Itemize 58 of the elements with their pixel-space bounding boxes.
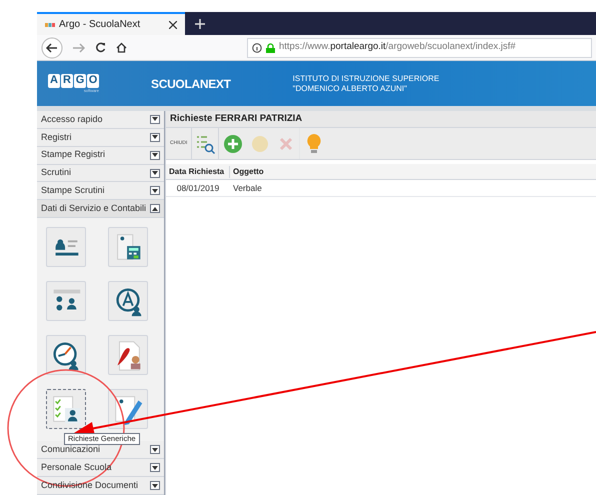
browser-tab[interactable]: Argo - ScuolaNext (37, 12, 185, 35)
institute-name: ISTITUTO DI ISTRUZIONE SUPERIORE (292, 74, 440, 84)
section-label: Comunicazioni (41, 443, 100, 456)
section-label: Accesso rapido (41, 112, 103, 126)
back-icon[interactable] (41, 36, 63, 58)
home-icon[interactable] (116, 42, 127, 53)
info-icon[interactable] (252, 42, 262, 52)
expand-icon[interactable] (150, 186, 160, 196)
expand-icon[interactable] (150, 168, 160, 178)
gauge-icon[interactable] (46, 335, 86, 376)
product-name: SCUOLANEXT (151, 76, 231, 92)
add-icon (222, 134, 243, 154)
column-header[interactable]: Oggetto (230, 166, 267, 178)
expand-icon[interactable] (150, 445, 160, 454)
section-label: Stampe Registri (41, 148, 106, 162)
tab-title: Argo - ScuolaNext (59, 18, 142, 32)
logo-letter: O (87, 74, 99, 88)
expand-icon[interactable] (150, 481, 160, 490)
institute-name: "DOMENICO ALBERTO AZUNI" (292, 84, 408, 94)
sidebar-section[interactable]: Stampe Scrutini (37, 182, 164, 200)
expand-icon[interactable] (150, 114, 160, 124)
favicon-icon (45, 22, 55, 26)
table-cell-text: Verbale (232, 182, 263, 194)
edit-icon (250, 134, 270, 154)
close-icon[interactable] (169, 20, 177, 28)
checklist-icon[interactable] (46, 389, 86, 430)
sidebar-section[interactable]: Dati di Servizio e Contabili (37, 200, 164, 218)
calculator-icon[interactable] (108, 227, 148, 268)
address-bar[interactable]: https://www.portaleargo.it/argoweb/scuolanext/index.jsf# (247, 38, 592, 58)
card-icon[interactable] (46, 227, 86, 268)
section-label: Registri (41, 130, 72, 144)
collapse-icon[interactable] (150, 204, 160, 214)
logo-letter: A (48, 74, 60, 88)
new-tab-icon[interactable] (195, 18, 205, 28)
expand-icon[interactable] (150, 150, 160, 160)
section-label: Stampe Scrutini (41, 184, 105, 198)
sidebar-section[interactable]: Stampe Registri (37, 146, 164, 165)
org-icon[interactable] (46, 281, 86, 322)
panel-title: Richieste FERRARI PATRIZIA (170, 112, 302, 126)
logo-letter: G (74, 74, 86, 88)
delete-icon (278, 136, 294, 152)
reload-icon[interactable] (95, 42, 106, 53)
url-text: https://www.portaleargo.it/argoweb/scuolanext/index.jsf# (279, 40, 516, 54)
pdf-icon[interactable] (108, 335, 148, 376)
expand-icon[interactable] (150, 463, 160, 472)
expand-icon[interactable] (150, 132, 160, 142)
sidebar-section[interactable]: Registri (37, 128, 164, 147)
sidebar-section[interactable]: Accesso rapido (37, 111, 164, 129)
edit-icon[interactable] (108, 389, 148, 430)
section-label: Scrutini (41, 166, 72, 180)
column-header[interactable]: Data Richiesta (166, 166, 230, 178)
letter-icon[interactable] (108, 281, 148, 322)
lightbulb-icon (304, 132, 323, 154)
table-cell-text: 08/01/2019 (176, 182, 220, 194)
sidebar-section[interactable]: Scrutini (37, 164, 164, 182)
lock-icon (266, 42, 275, 52)
section-label: Dati di Servizio e Contabili (41, 202, 146, 215)
logo-letter: R (61, 74, 73, 88)
